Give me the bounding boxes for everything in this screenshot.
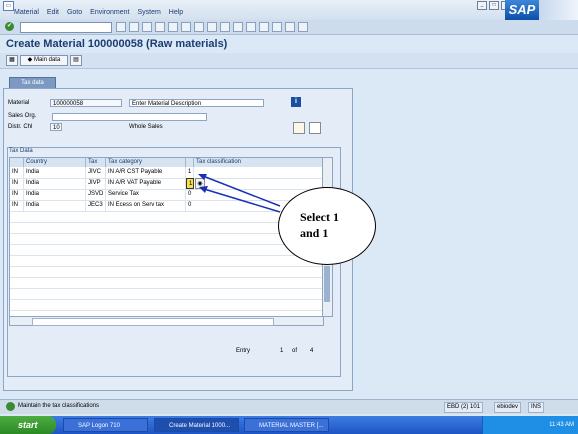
arrow-to-row-2 [203,188,281,213]
callout-text: Select 1 and 1 [300,209,339,241]
status-server: ebiodev [494,402,522,413]
task-material-master[interactable]: MATERIAL MASTER [... [244,418,329,432]
status-mode: INS [528,402,545,413]
clock: 11:43 AM [549,422,574,428]
system-tray: 11:43 AM [482,416,578,434]
task-create-material[interactable]: Create Material 1000... [154,418,239,432]
callout-line-1: Select 1 [300,210,339,224]
taskbar: start SAP Logon 710 Create Material 1000… [0,416,578,434]
status-bar: Maintain the tax classifications EBD (2)… [0,399,578,414]
success-icon [6,402,15,411]
start-button[interactable]: start [0,416,56,434]
task-sap-logon[interactable]: SAP Logon 710 [63,418,148,432]
sap-window: ▭ Material Edit Goto Environment System … [0,0,578,416]
arrow-to-row-1 [202,175,281,207]
callout-line-2: and 1 [300,226,329,240]
status-message: Maintain the tax classifications [18,403,100,409]
status-system[interactable]: EBD (2) 101 [444,402,484,413]
